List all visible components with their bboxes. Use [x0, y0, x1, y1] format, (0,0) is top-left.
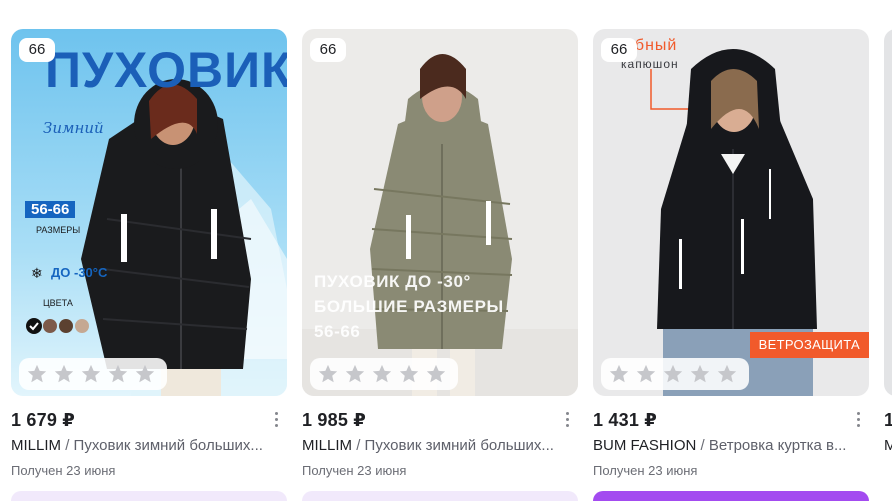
star-icon	[26, 363, 48, 385]
promo-headline: ПУХОВИК	[45, 42, 287, 98]
promo-line: ПУХОВИК ДО -30°	[314, 272, 471, 291]
size-badge: 66	[310, 38, 346, 62]
product-title-partial: M	[884, 437, 892, 454]
product-card[interactable]: ПУХОВИК ДО -30° БОЛЬШИЕ РАЗМЕРЫ 56-66 66…	[302, 29, 578, 501]
star-icon	[425, 363, 447, 385]
more-options-icon[interactable]	[853, 409, 863, 429]
star-icon	[662, 363, 684, 385]
star-icon	[371, 363, 393, 385]
product-title[interactable]: MILLIM / Пуховик зимний больших...	[11, 437, 287, 454]
delivery-status: Получен 23 июня	[302, 463, 407, 478]
product-title[interactable]: BUM FASHION / Ветровка куртка в...	[593, 437, 869, 454]
promo-line: 56-66	[314, 322, 361, 341]
product-brand: MILLIM	[11, 437, 62, 454]
promo-sizes-label: РАЗМЕРЫ	[36, 225, 81, 235]
star-icon	[80, 363, 102, 385]
product-price-partial: 1	[884, 410, 892, 430]
product-brand: MILLIM	[302, 437, 353, 454]
star-icon	[344, 363, 366, 385]
promo-script: Зимний	[43, 119, 104, 137]
title-separator: /	[65, 437, 70, 454]
product-price: 1 679 ₽	[11, 410, 75, 430]
star-icon	[716, 363, 738, 385]
product-name: Пуховик зимний больших...	[364, 437, 554, 454]
card-action-strip[interactable]	[11, 491, 287, 501]
product-card[interactable]: обный капюшон 66 ВЕТРОЗАЩИТА 1 431 ₽ BUM…	[593, 29, 869, 501]
more-options-icon[interactable]	[271, 409, 281, 429]
star-icon	[107, 363, 129, 385]
snowflake-icon: ❄	[31, 265, 43, 281]
product-brand: BUM FASHION	[593, 437, 697, 454]
star-icon	[134, 363, 156, 385]
rating-stars	[310, 358, 458, 390]
rating-stars	[19, 358, 167, 390]
product-title[interactable]: MILLIM / Пуховик зимний больших...	[302, 437, 578, 454]
star-icon	[689, 363, 711, 385]
more-options-icon[interactable]	[562, 409, 572, 429]
star-icon	[53, 363, 75, 385]
star-icon	[608, 363, 630, 385]
promo-line: БОЛЬШИЕ РАЗМЕРЫ	[314, 297, 504, 316]
product-image[interactable]: ПУХОВИК Зимний 56-66 РАЗМЕРЫ ❄ ДО -30°С …	[11, 29, 287, 396]
star-icon	[398, 363, 420, 385]
card-action-strip[interactable]	[593, 491, 869, 501]
title-separator: /	[700, 437, 705, 454]
promo-temp: ДО -30°С	[51, 265, 108, 280]
product-image-partial[interactable]	[884, 29, 892, 396]
card-action-strip[interactable]	[302, 491, 578, 501]
product-image[interactable]: ПУХОВИК ДО -30° БОЛЬШИЕ РАЗМЕРЫ 56-66 66	[302, 29, 578, 396]
size-badge: 66	[601, 38, 637, 62]
promo-sizes: 56-66	[25, 201, 76, 218]
delivery-status: Получен 23 июня	[11, 463, 116, 478]
promo-colors-label: ЦВЕТА	[43, 298, 73, 308]
product-image[interactable]: обный капюшон 66 ВЕТРОЗАЩИТА	[593, 29, 869, 396]
delivery-status: Получен 23 июня	[593, 463, 698, 478]
product-price: 1 985 ₽	[302, 410, 366, 430]
product-name: Ветровка куртка в...	[708, 437, 847, 454]
product-name: Пуховик зимний больших...	[73, 437, 263, 454]
star-icon	[635, 363, 657, 385]
rating-stars	[601, 358, 749, 390]
promo-badge: ВЕТРОЗАЩИТА	[749, 332, 869, 358]
star-icon	[317, 363, 339, 385]
product-price: 1 431 ₽	[593, 410, 657, 430]
product-card[interactable]: ПУХОВИК Зимний 56-66 РАЗМЕРЫ ❄ ДО -30°С …	[11, 29, 287, 501]
promo-text: ПУХОВИК ДО -30° БОЛЬШИЕ РАЗМЕРЫ 56-66	[314, 269, 504, 344]
size-badge: 66	[19, 38, 55, 62]
title-separator: /	[356, 437, 361, 454]
